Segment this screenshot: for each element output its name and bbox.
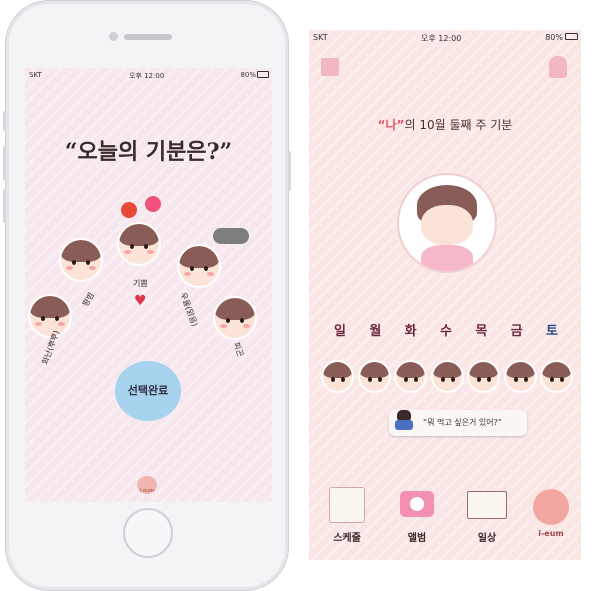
- day-mood-face[interactable]: [469, 362, 498, 391]
- yarn-label: i-eum: [139, 488, 155, 494]
- battery-icon: [565, 33, 578, 40]
- power-button: [288, 151, 291, 191]
- volume-up-button: [3, 146, 6, 180]
- week-mood-row: [323, 362, 571, 391]
- dock-label: 일상: [477, 533, 497, 544]
- calendar-icon: [329, 487, 365, 523]
- dock-album[interactable]: 앨범: [393, 485, 441, 544]
- hatch-background: [309, 30, 581, 560]
- day-mood-face[interactable]: [542, 362, 571, 391]
- mood-face-tired[interactable]: [215, 298, 255, 338]
- flower-icon: [145, 196, 161, 212]
- notebook-icon: [467, 491, 507, 519]
- dock-schedule[interactable]: 스케줄: [323, 485, 371, 544]
- battery-percent: 80%: [240, 71, 256, 79]
- weekday-tue: 화: [404, 324, 417, 339]
- select-done-button[interactable]: 선택완료: [115, 361, 181, 421]
- mood-label-happy: 기쁨: [133, 279, 148, 288]
- day-mood-face[interactable]: [432, 362, 462, 391]
- mood-face-gloomy[interactable]: [179, 246, 219, 286]
- weekday-sun: 일: [334, 324, 346, 339]
- weekday-row: 일 월 화 수 목 금 토: [326, 320, 566, 339]
- battery-percent: 80%: [545, 33, 563, 42]
- status-bar: SKT 오후 12:00 80%: [309, 30, 581, 44]
- home-button[interactable]: [123, 508, 173, 558]
- dock-ieum[interactable]: i-eum: [527, 485, 575, 538]
- yarn-icon: [533, 489, 569, 525]
- carrier: SKT: [313, 33, 328, 42]
- bell-icon[interactable]: [549, 56, 567, 78]
- weekday-mon: 월: [369, 324, 382, 339]
- volume-down-button: [3, 189, 6, 223]
- clock: 오후 12:00: [421, 34, 462, 43]
- day-mood-face[interactable]: [323, 362, 352, 391]
- bottom-dock: 스케줄 앨범 일상 i-eum: [309, 485, 581, 560]
- weekly-mood-screen: SKT 오후 12:00 80% “나”의 10월 둘째 주 기분 일 월 화 …: [309, 30, 581, 560]
- status-bar: SKT 오후 12:00 80%: [25, 68, 272, 82]
- earpiece-speaker: [124, 34, 172, 40]
- weekday-fri: 금: [510, 324, 523, 339]
- mood-face-happy[interactable]: [119, 224, 159, 264]
- mood-select-screen: SKT 오후 12:00 80% “오늘의 기분은?” 화난(뿌뿌) 평범 기쁨…: [25, 68, 272, 502]
- day-mood-face[interactable]: [396, 362, 425, 391]
- flower-icon: [121, 202, 137, 218]
- weekday-thu: 목: [475, 324, 488, 339]
- boy-icon: [395, 410, 413, 434]
- avatar: [399, 175, 495, 271]
- dock-daily[interactable]: 일상: [463, 485, 511, 544]
- dock-label: i-eum: [538, 529, 564, 538]
- title-quote: “나”: [377, 118, 405, 132]
- day-mood-face[interactable]: [505, 362, 535, 391]
- title-rest: 의 10월 둘째 주 기분: [404, 118, 513, 132]
- carrier: SKT: [29, 71, 42, 79]
- weekday-wed: 수: [440, 324, 452, 339]
- page-title: “오늘의 기분은?”: [64, 139, 233, 165]
- mute-switch: [3, 111, 6, 131]
- clock: 오후 12:00: [129, 72, 165, 80]
- dock-label: 스케줄: [333, 533, 361, 544]
- page-title: “나”의 10월 둘째 주 기분: [309, 116, 581, 133]
- front-camera: [109, 32, 118, 41]
- yarn-icon[interactable]: i-eum: [137, 476, 157, 494]
- profile-icon[interactable]: [321, 58, 339, 76]
- cloud-icon: [213, 228, 249, 244]
- battery-icon: [257, 71, 269, 78]
- day-mood-face[interactable]: [359, 362, 389, 391]
- heart-icon: ♥: [134, 293, 147, 309]
- weekday-sat: 토: [545, 324, 558, 339]
- camera-icon: [400, 491, 434, 517]
- dock-label: 앨범: [407, 533, 427, 544]
- mood-face-normal[interactable]: [61, 240, 101, 280]
